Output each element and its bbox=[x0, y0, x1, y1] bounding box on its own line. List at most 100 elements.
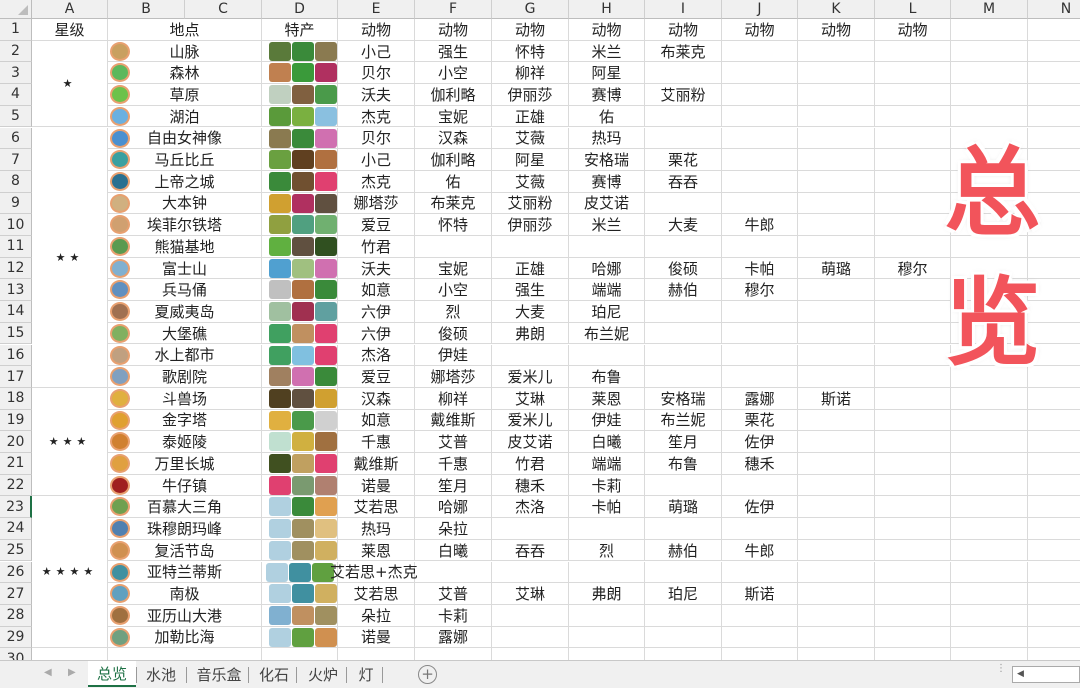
animal-cell[interactable]: 宝妮 bbox=[415, 257, 492, 280]
cell[interactable] bbox=[1028, 105, 1080, 128]
animal-cell[interactable]: 白曦 bbox=[415, 539, 492, 562]
animal-cell[interactable]: 杰洛 bbox=[338, 344, 415, 367]
cell[interactable] bbox=[951, 453, 1028, 475]
cell[interactable] bbox=[798, 474, 875, 497]
cell[interactable] bbox=[1028, 40, 1080, 63]
animal-cell[interactable]: 端端 bbox=[569, 453, 645, 475]
cell[interactable] bbox=[1028, 474, 1080, 497]
animal-cell[interactable]: 俊硕 bbox=[645, 257, 722, 280]
header-animal[interactable]: 动物 bbox=[645, 19, 722, 41]
cell[interactable] bbox=[798, 322, 875, 345]
cell[interactable] bbox=[798, 409, 875, 432]
animal-cell[interactable]: 安格瑞 bbox=[569, 149, 645, 171]
animal-cell[interactable]: 赫伯 bbox=[645, 539, 722, 562]
cell[interactable] bbox=[951, 648, 1028, 660]
cell[interactable] bbox=[798, 496, 875, 519]
cell[interactable] bbox=[645, 127, 722, 150]
place-cell[interactable]: 马丘比丘 bbox=[108, 149, 262, 171]
cell[interactable] bbox=[645, 474, 722, 497]
place-cell[interactable]: 兵马俑 bbox=[108, 279, 262, 302]
cell[interactable] bbox=[492, 561, 569, 584]
animal-cell[interactable]: 杰克 bbox=[338, 170, 415, 193]
place-cell[interactable]: 泰姬陵 bbox=[108, 431, 262, 453]
cell[interactable] bbox=[951, 604, 1028, 627]
animal-cell[interactable]: 宝妮 bbox=[415, 105, 492, 128]
animal-cell[interactable]: 伽利略 bbox=[415, 84, 492, 106]
place-cell[interactable]: 亚历山大港 bbox=[108, 604, 262, 627]
tab-scroll-left-icon[interactable]: ◀ bbox=[44, 667, 52, 678]
place-cell[interactable]: 金字塔 bbox=[108, 409, 262, 432]
animal-cell[interactable]: 布鲁 bbox=[569, 366, 645, 388]
cell[interactable] bbox=[875, 105, 951, 128]
animal-cell[interactable]: 爱米儿 bbox=[492, 409, 569, 432]
cell[interactable] bbox=[569, 518, 645, 540]
place-cell[interactable]: 牛仔镇 bbox=[108, 474, 262, 497]
cell[interactable] bbox=[569, 648, 645, 660]
cell[interactable] bbox=[108, 648, 262, 660]
cell[interactable] bbox=[645, 518, 722, 540]
animal-cell[interactable]: 千惠 bbox=[415, 453, 492, 475]
animal-cell[interactable]: 爱豆 bbox=[338, 214, 415, 236]
animal-cell[interactable]: 布鲁 bbox=[645, 453, 722, 475]
cell[interactable] bbox=[951, 583, 1028, 605]
cell[interactable] bbox=[262, 648, 338, 660]
row-header-5[interactable]: 5 bbox=[0, 105, 32, 128]
sheet-tab-0[interactable]: 总览 bbox=[88, 661, 136, 687]
animal-cell[interactable]: 小空 bbox=[415, 279, 492, 302]
cell[interactable] bbox=[798, 62, 875, 85]
animal-cell[interactable]: 伊丽莎 bbox=[492, 84, 569, 106]
cell[interactable] bbox=[1028, 453, 1080, 475]
row-header-6[interactable]: 6 bbox=[0, 127, 32, 150]
animal-cell[interactable]: 阿星 bbox=[492, 149, 569, 171]
animal-cell[interactable]: 烈 bbox=[569, 539, 645, 562]
animal-cell[interactable]: 热玛 bbox=[338, 518, 415, 540]
sheet-tab-4[interactable]: 火炉 bbox=[300, 661, 346, 687]
row-header-13[interactable]: 13 bbox=[0, 279, 32, 302]
place-cell[interactable]: 埃菲尔铁塔 bbox=[108, 214, 262, 236]
cell[interactable] bbox=[722, 322, 798, 345]
star-level-cell[interactable]: ★ bbox=[32, 40, 108, 128]
animal-cell[interactable]: 栗花 bbox=[645, 149, 722, 171]
cell[interactable] bbox=[645, 105, 722, 128]
cell[interactable] bbox=[798, 453, 875, 475]
animal-cell[interactable]: 哈娜 bbox=[415, 496, 492, 519]
cell[interactable] bbox=[492, 236, 569, 258]
animal-cell[interactable]: 娜塔莎 bbox=[415, 366, 492, 388]
scroll-left-arrow-icon[interactable]: ◀ bbox=[1017, 669, 1024, 679]
column-header-B[interactable]: B bbox=[108, 0, 185, 19]
animal-cell[interactable]: 穆尔 bbox=[722, 279, 798, 302]
cell[interactable] bbox=[875, 431, 951, 453]
animal-cell[interactable]: 阿星 bbox=[569, 62, 645, 85]
animal-cell[interactable]: 布莱克 bbox=[645, 40, 722, 63]
row-header-1[interactable]: 1 bbox=[0, 19, 32, 41]
cell[interactable] bbox=[951, 539, 1028, 562]
cell[interactable] bbox=[875, 453, 951, 475]
place-cell[interactable]: 加勒比海 bbox=[108, 626, 262, 649]
cell[interactable] bbox=[1028, 62, 1080, 85]
animal-cell[interactable]: 贝尔 bbox=[338, 62, 415, 85]
cell[interactable] bbox=[798, 214, 875, 236]
cell[interactable] bbox=[492, 518, 569, 540]
animal-cell[interactable]: 栗花 bbox=[722, 409, 798, 432]
row-header-9[interactable]: 9 bbox=[0, 192, 32, 215]
cell[interactable] bbox=[875, 518, 951, 540]
column-header-J[interactable]: J bbox=[722, 0, 798, 19]
place-cell[interactable]: 夏威夷岛 bbox=[108, 301, 262, 323]
animal-cell[interactable]: 穗禾 bbox=[722, 453, 798, 475]
animal-cell[interactable]: 牛郎 bbox=[722, 214, 798, 236]
animal-cell[interactable]: 艾普 bbox=[415, 583, 492, 605]
animal-cell[interactable]: 热玛 bbox=[569, 127, 645, 150]
animal-cell[interactable]: 艾若思 bbox=[338, 583, 415, 605]
cell[interactable] bbox=[722, 105, 798, 128]
animal-cell[interactable]: 白曦 bbox=[569, 431, 645, 453]
cell[interactable] bbox=[798, 170, 875, 193]
animal-cell[interactable]: 赛博 bbox=[569, 170, 645, 193]
animal-cell[interactable]: 娜塔莎 bbox=[338, 192, 415, 215]
animal-cell[interactable]: 贝尔 bbox=[338, 127, 415, 150]
animal-cell[interactable]: 爱豆 bbox=[338, 366, 415, 388]
cell[interactable] bbox=[1028, 387, 1080, 410]
cell[interactable] bbox=[1028, 518, 1080, 540]
cell[interactable] bbox=[875, 583, 951, 605]
cell[interactable] bbox=[875, 604, 951, 627]
animal-cell[interactable]: 小空 bbox=[415, 62, 492, 85]
